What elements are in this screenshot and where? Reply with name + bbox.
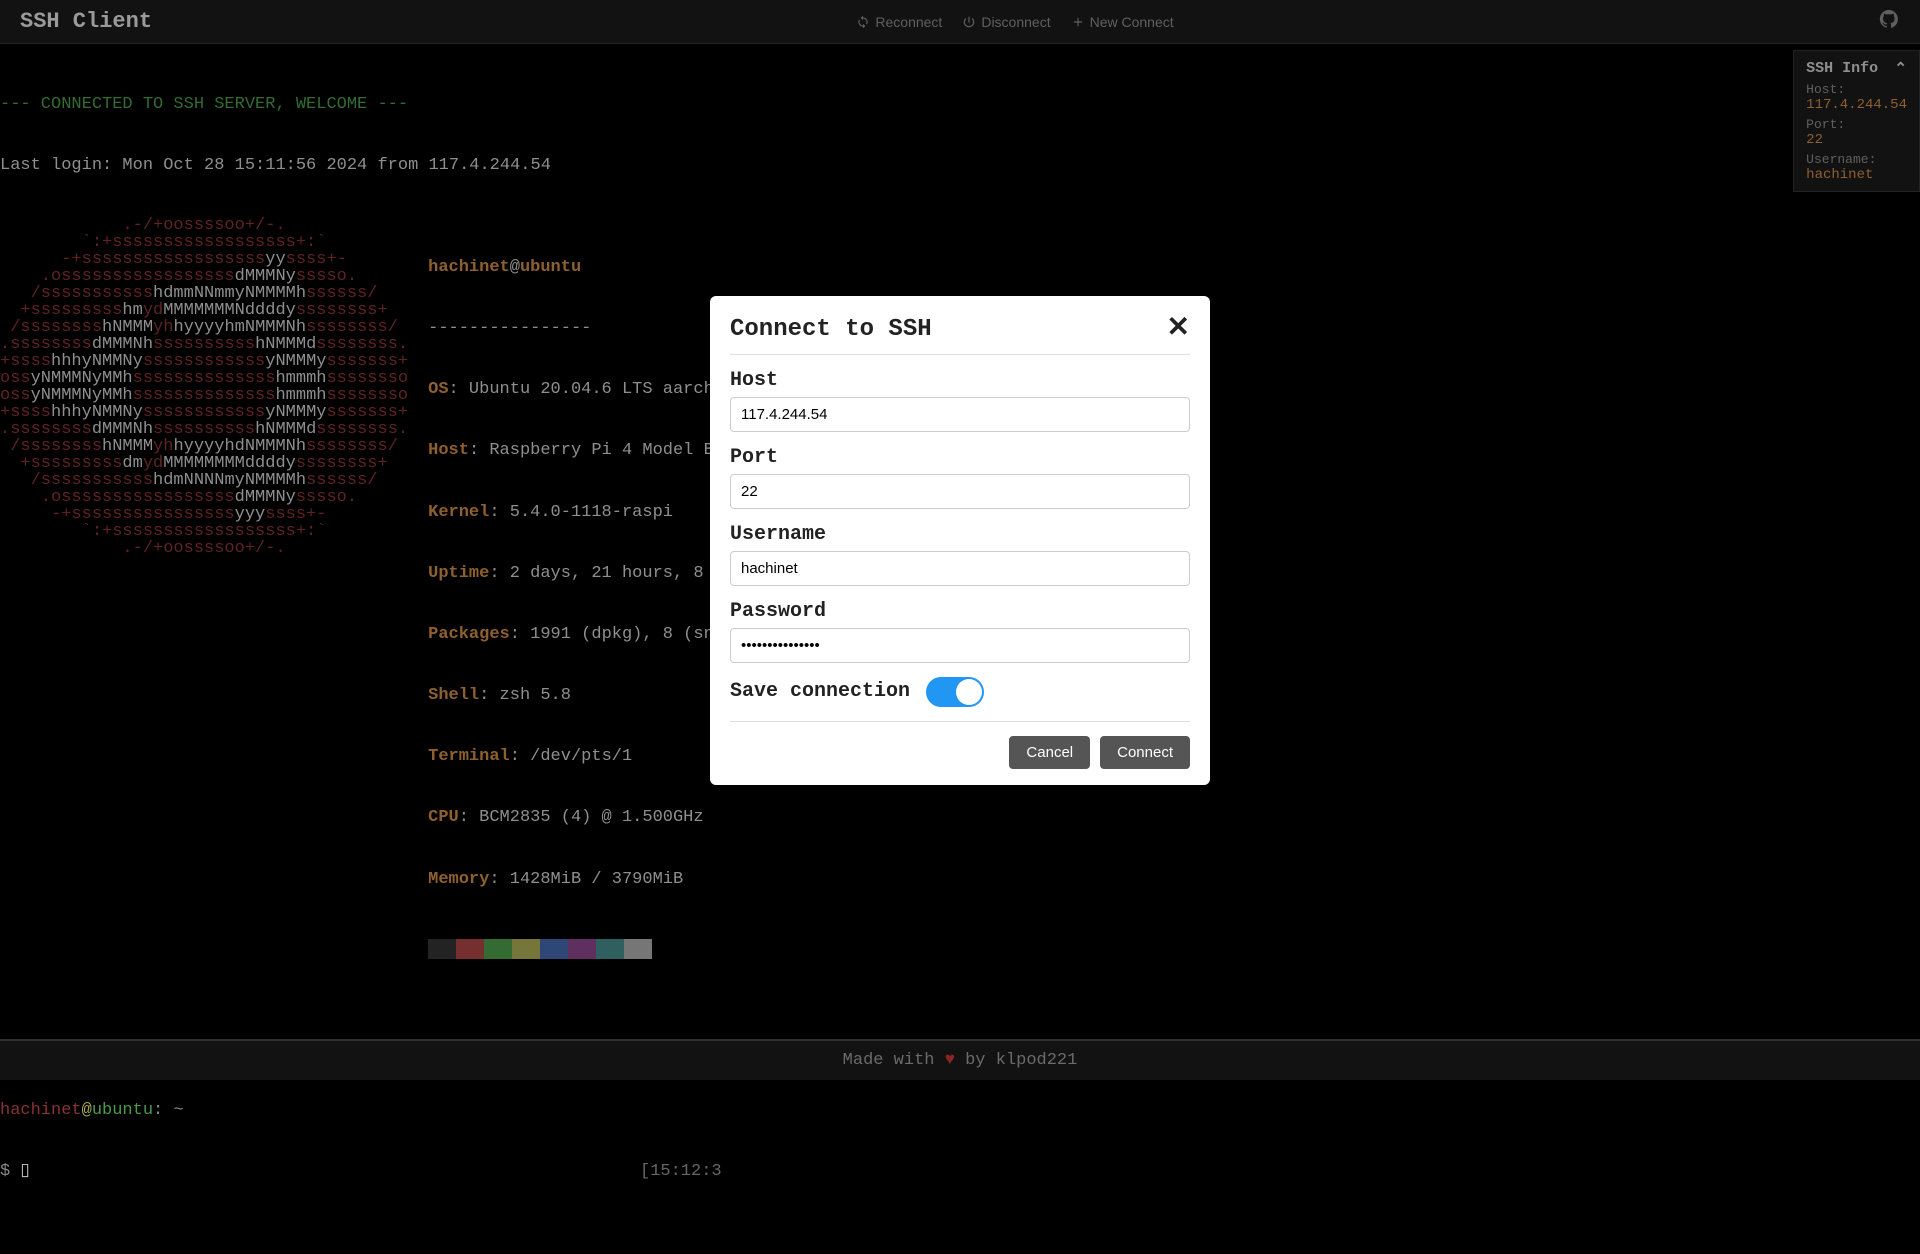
- cancel-button[interactable]: Cancel: [1009, 736, 1090, 769]
- prompt-user: hachinet: [0, 1101, 82, 1120]
- prompt-host: ubuntu: [92, 1101, 153, 1120]
- cursor: ▯: [20, 1162, 29, 1181]
- modal-footer: Cancel Connect: [730, 721, 1190, 769]
- password-input[interactable]: [730, 628, 1190, 663]
- prompt-char: $: [0, 1162, 20, 1181]
- password-label: Password: [730, 600, 1190, 623]
- prompt-path: : ~: [153, 1101, 184, 1120]
- save-connection-row: Save connection: [730, 677, 1190, 707]
- host-group: Host: [730, 369, 1190, 432]
- modal-header: Connect to SSH ✕: [730, 316, 1190, 355]
- connect-button[interactable]: Connect: [1100, 736, 1190, 769]
- toggle-knob: [956, 679, 982, 705]
- username-input[interactable]: [730, 551, 1190, 586]
- modal-overlay[interactable]: Connect to SSH ✕ Host Port Username Pass…: [0, 0, 1920, 1080]
- prompt-timestamp: [15:12:3: [640, 1162, 722, 1182]
- modal-title: Connect to SSH: [730, 316, 932, 343]
- save-connection-label: Save connection: [730, 680, 910, 703]
- username-label: Username: [730, 523, 1190, 546]
- password-group: Password: [730, 600, 1190, 663]
- port-group: Port: [730, 446, 1190, 509]
- host-label: Host: [730, 369, 1190, 392]
- connect-modal: Connect to SSH ✕ Host Port Username Pass…: [710, 296, 1210, 785]
- save-connection-toggle[interactable]: [926, 677, 984, 707]
- host-input[interactable]: [730, 397, 1190, 432]
- username-group: Username: [730, 523, 1190, 586]
- port-label: Port: [730, 446, 1190, 469]
- prompt-area: hachinet@ubuntu: ~ $ ▯[15:12:3: [0, 1060, 1920, 1223]
- port-input[interactable]: [730, 474, 1190, 509]
- close-icon[interactable]: ✕: [1167, 316, 1190, 344]
